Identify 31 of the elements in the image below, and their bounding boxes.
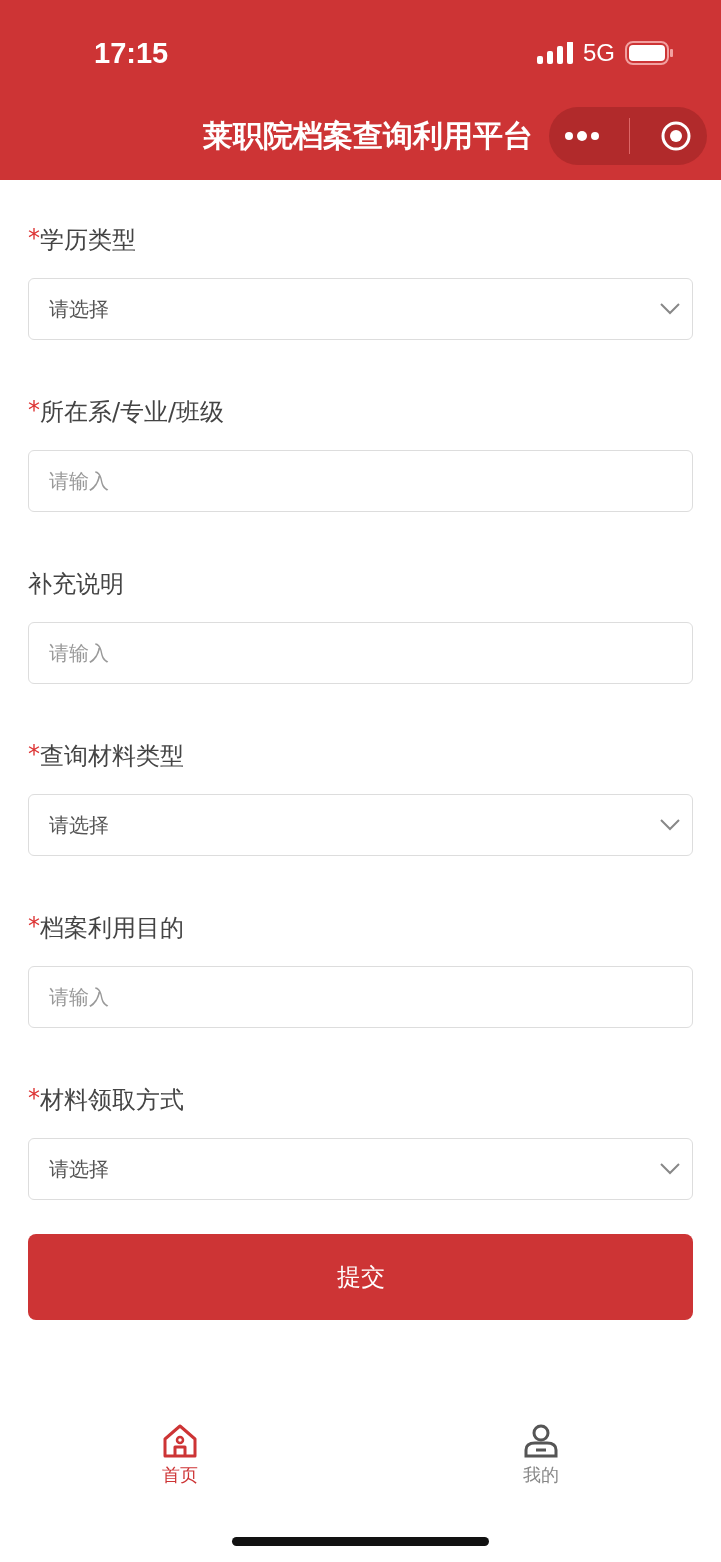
battery-icon	[625, 41, 673, 65]
user-icon	[522, 1423, 559, 1459]
input-field[interactable]: 请输入	[28, 966, 693, 1028]
required-mark: *	[28, 740, 40, 770]
chevron-icon	[660, 1163, 680, 1175]
field-label: 所在系/专业/班级	[40, 397, 225, 428]
input-field[interactable]: 请输入	[28, 622, 693, 684]
required-mark: *	[28, 224, 40, 254]
field-label: 材料领取方式	[40, 1085, 184, 1116]
tab-item[interactable]: 我的	[360, 1422, 721, 1488]
required-mark: *	[28, 1084, 40, 1114]
required-mark: *	[28, 912, 40, 942]
select-field[interactable]: 请选择	[28, 278, 693, 340]
submit-button[interactable]: 提交	[28, 1234, 693, 1320]
select-field[interactable]: 请选择	[28, 1138, 693, 1200]
chevron-icon	[660, 819, 680, 831]
chevron-icon	[660, 303, 680, 315]
field-label: 档案利用目的	[40, 913, 184, 944]
input-field[interactable]: 请输入	[28, 450, 693, 512]
field-label: 查询材料类型	[40, 741, 184, 772]
field-label: 学历类型	[40, 225, 136, 256]
signal-icon	[537, 42, 573, 64]
home-icon	[162, 1423, 199, 1459]
page-title: 莱职院档案查询利用平台	[203, 116, 533, 155]
select-field[interactable]: 请选择	[28, 794, 693, 856]
network-label: 5G	[583, 39, 615, 67]
more-icon[interactable]	[563, 130, 600, 142]
required-mark: *	[28, 396, 40, 426]
status-time: 17:15	[94, 36, 169, 70]
field-label: 补充说明	[28, 569, 124, 600]
tab-item[interactable]: 首页	[0, 1422, 361, 1488]
